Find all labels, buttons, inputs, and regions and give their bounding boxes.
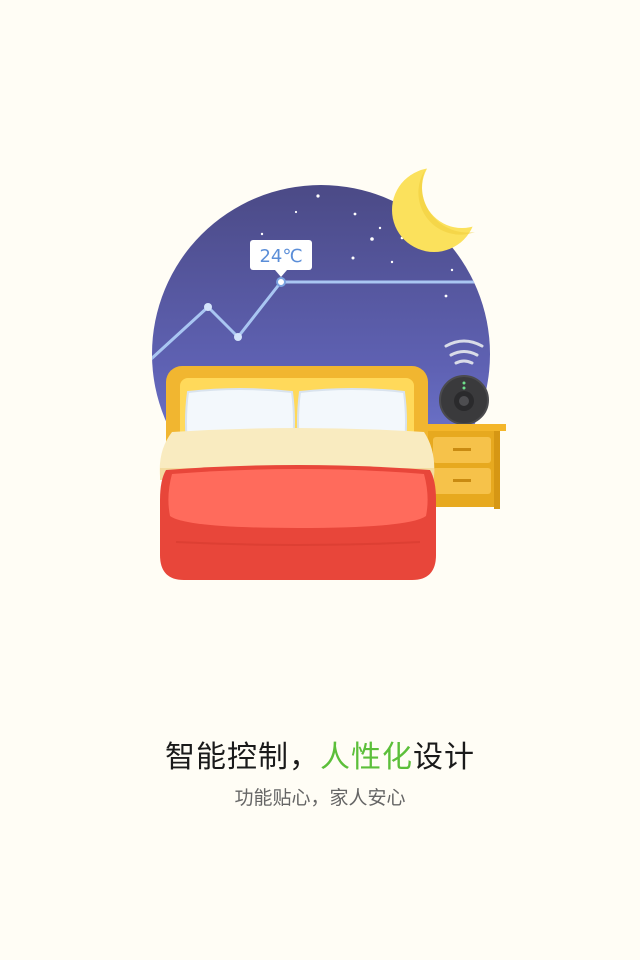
onboarding-headline: 智能控制，人性化设计 [0,735,640,781]
onboarding-subtitle: 功能贴心，家人安心 [234,787,406,809]
headline-part-2: 设计 [413,740,475,775]
temperature-label: 24℃ [259,246,302,267]
smart-bedroom-illustration: 24℃ [152,148,506,580]
bed [159,366,436,580]
headline-part-1: 智能控制， [165,740,320,775]
nightstand [424,424,506,509]
onboarding-screen: 24℃ 智能控制，人性化设计 功能贴心，家人安心 [0,0,640,960]
moon-icon [392,148,502,252]
headline-accent: 人性化 [320,740,413,775]
